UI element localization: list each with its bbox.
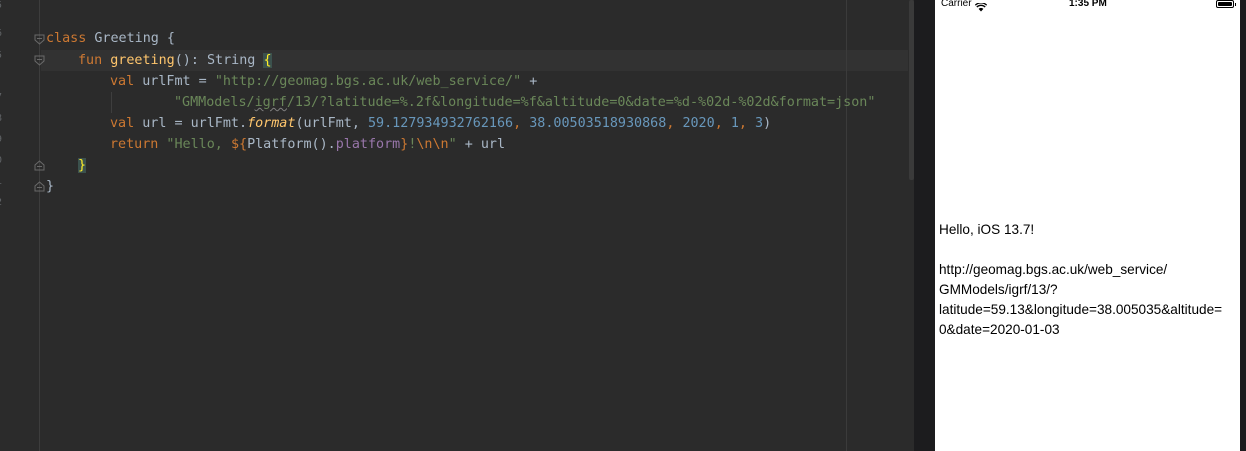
line-number: 9 [0,129,6,150]
code-text: + url [456,137,506,152]
number-literal: 59.127934932762166 [368,116,514,131]
line-number: 7 [0,87,6,108]
matched-brace: } [78,158,87,173]
simulator-frame-edge [1240,0,1246,451]
code-text: urlFmt = [134,74,215,89]
code-text: Greeting { [86,31,175,46]
fold-collapse-icon[interactable] [34,55,45,66]
code-text: (urlFmt, [295,116,368,131]
wifi-icon [974,0,988,17]
string-literal: /13/?latitude=%.2f&longitude=%f&altitude… [286,95,876,110]
code-line[interactable]: val urlFmt = "http://geomag.bgs.ac.uk/we… [110,71,537,92]
escape-sequence: \n\n [416,137,449,152]
code-text: url = urlFmt. [134,116,248,131]
right-margin-guide [846,0,847,451]
code-line[interactable]: return "Hello, ${Platform().platform}!\n… [110,134,505,155]
clock-label: 1:35 PM [1069,0,1107,9]
code-editor[interactable]: 565789012 class Greeting { fun greeting(… [0,0,914,451]
string-literal: "Hello, [158,137,231,152]
line-number: 8 [0,108,6,129]
number-literal: 1 [730,116,739,131]
keyword: fun [78,53,103,68]
code-text: Platform(). [247,137,336,152]
line-number-gutter [0,0,40,451]
number-literal: 2020 [682,116,715,131]
string-literal: "http://geomag.bgs.ac.uk/web_service/" [214,74,522,89]
keyword: return [110,137,159,152]
template-open: ${ [230,137,248,152]
fold-end-icon[interactable] [34,160,45,171]
keyword: class [46,31,87,46]
keyword: val [110,116,135,131]
ios-simulator-screen[interactable]: Carrier 1:35 PM Hello, iOS 13.7! http://… [935,0,1240,451]
carrier-label: Carrier [941,0,972,9]
fold-collapse-icon[interactable] [34,34,45,45]
battery-icon [1216,0,1236,8]
comma: , [738,116,755,131]
function-name: greeting [110,53,175,68]
line-number: 0 [0,150,6,171]
code-line[interactable]: } [78,155,87,176]
line-number: 5 [0,45,6,66]
line-number: 5 [0,0,6,16]
line-number: 2 [0,192,6,213]
string-literal: "GMModels/ [174,95,255,110]
comma: , [714,116,731,131]
code-line[interactable]: } [46,176,54,197]
code-text: + [521,74,538,89]
window-divider [914,0,935,451]
code-text: ) [763,116,772,131]
matched-brace: { [263,53,272,68]
code-text: } [46,179,55,194]
fold-end-icon[interactable] [34,181,45,192]
code-text: (): String [174,53,264,68]
string-literal: " [448,137,457,152]
code-line[interactable]: class Greeting { [46,28,175,49]
number-literal: 3 [755,116,764,131]
code-line[interactable]: fun greeting(): String { [78,50,272,71]
status-bar: Carrier 1:35 PM [935,0,1240,12]
keyword: val [110,74,135,89]
comma: , [666,116,683,131]
comma: , [513,116,530,131]
code-line[interactable]: "GMModels/igrf/13/?latitude=%.2f&longitu… [174,92,875,113]
line-number: 1 [0,171,6,192]
code-line[interactable]: val url = urlFmt.format(urlFmt, 59.12793… [110,113,771,134]
indent-guide [111,92,112,113]
app-output-text: Hello, iOS 13.7! http://geomag.bgs.ac.uk… [939,222,1223,337]
string-literal-typo: igrf [254,95,287,110]
line-number: 6 [0,23,6,44]
function-name: format [247,116,296,131]
property: platform [335,137,401,152]
number-literal: 38.00503518930868 [529,116,667,131]
